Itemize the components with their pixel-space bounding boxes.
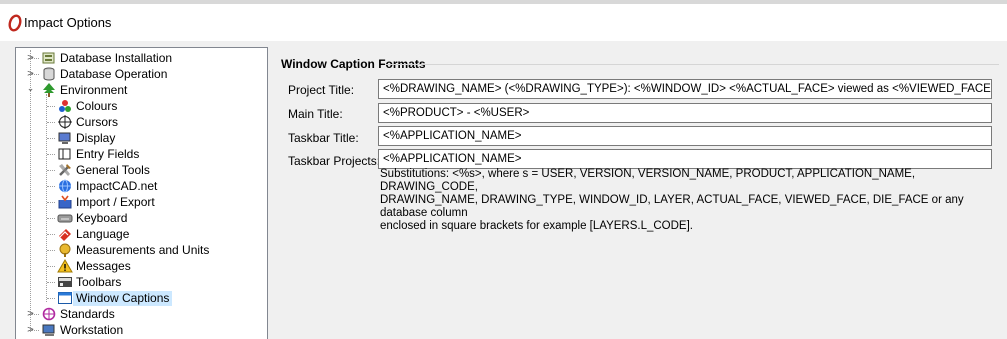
cursors-icon [57, 114, 73, 130]
globe-icon [57, 178, 73, 194]
taskbar-projects-field[interactable]: <%APPLICATION_NAME> [378, 149, 992, 169]
taskbar-projects-label: Taskbar Projects: [288, 154, 381, 168]
tree-item-toolbars[interactable]: Toolbars [57, 274, 124, 290]
database-install-icon [41, 50, 57, 66]
standards-icon [41, 306, 57, 322]
main-title-label: Main Title: [288, 107, 343, 121]
impact-logo-icon [8, 14, 22, 31]
title-bar[interactable]: Impact Options [0, 4, 1007, 41]
substitutions-help-text: Substitutions: <%s>, where s = USER, VER… [380, 168, 1000, 233]
tree-item-window-captions[interactable]: Window Captions [57, 290, 173, 306]
taskbar-title-label: Taskbar Title: [288, 131, 359, 145]
options-tree[interactable]: > Database Installation > Database Opera… [15, 47, 268, 339]
database-icon [41, 66, 57, 82]
tree-item-standards[interactable]: Standards [41, 306, 118, 322]
tree-item-database-operation[interactable]: Database Operation [41, 66, 170, 82]
main-title-field[interactable]: <%PRODUCT> - <%USER> [378, 103, 992, 123]
tree-icon [41, 82, 57, 98]
measurements-icon [57, 242, 73, 258]
display-icon [57, 130, 73, 146]
tree-item-display[interactable]: Display [57, 130, 118, 146]
project-title-field[interactable]: <%DRAWING_NAME> (<%DRAWING_TYPE>): <%WIN… [378, 79, 992, 99]
expand-database-installation[interactable]: > [26, 54, 35, 63]
tree-item-language[interactable]: Language [57, 226, 132, 242]
tree-item-cursors[interactable]: Cursors [57, 114, 121, 130]
tree-item-environment[interactable]: Environment [41, 82, 130, 98]
window-icon [57, 290, 73, 306]
window-title: Impact Options [24, 15, 112, 30]
window-captions-panel: Window Caption Formats Project Title: <%… [270, 47, 1007, 338]
tree-item-colours[interactable]: Colours [57, 98, 120, 114]
tree-item-measurements-and-units[interactable]: Measurements and Units [57, 242, 212, 258]
section-divider [385, 64, 999, 65]
tree-item-import-export[interactable]: Import / Export [57, 194, 158, 210]
tree-item-general-tools[interactable]: General Tools [57, 162, 153, 178]
expand-workstation[interactable]: > [26, 326, 35, 335]
keyboard-icon [57, 210, 73, 226]
workstation-icon [41, 322, 57, 338]
collapse-environment[interactable]: ⌄ [26, 85, 35, 94]
warning-icon [57, 258, 73, 274]
substitutions-line-1: Substitutions: <%s>, where s = USER, VER… [380, 168, 916, 193]
tree-item-entry-fields[interactable]: Entry Fields [57, 146, 142, 162]
substitutions-line-3: enclosed in square brackets for example … [380, 220, 693, 232]
language-icon [57, 226, 73, 242]
tree-item-messages[interactable]: Messages [57, 258, 134, 274]
tree-item-workstation[interactable]: Workstation [41, 322, 126, 338]
tree-item-impactcad-net[interactable]: ImpactCAD.net [57, 178, 160, 194]
entry-fields-icon [57, 146, 73, 162]
expand-standards[interactable]: > [26, 310, 35, 319]
colours-icon [57, 98, 73, 114]
substitutions-line-2: DRAWING_NAME, DRAWING_TYPE, WINDOW_ID, L… [380, 194, 964, 219]
general-tools-icon [57, 162, 73, 178]
import-export-icon [57, 194, 73, 210]
expand-database-operation[interactable]: > [26, 70, 35, 79]
tree-item-database-installation[interactable]: Database Installation [41, 50, 175, 66]
toolbars-icon [57, 274, 73, 290]
tree-item-keyboard[interactable]: Keyboard [57, 210, 130, 226]
project-title-label: Project Title: [288, 83, 355, 97]
taskbar-title-field[interactable]: <%APPLICATION_NAME> [378, 126, 992, 146]
